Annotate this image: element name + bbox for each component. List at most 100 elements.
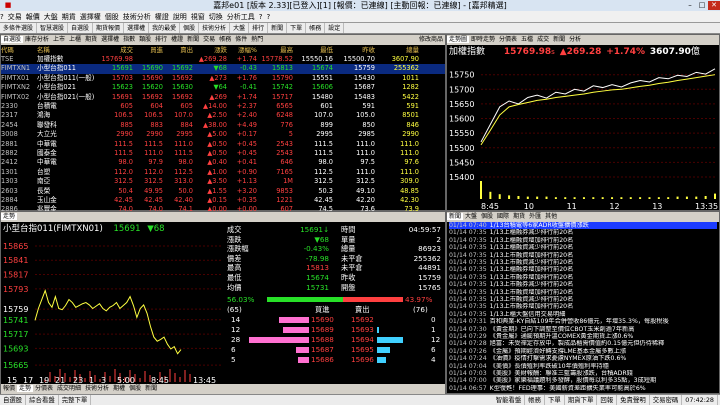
quote-tab[interactable]: 權證	[169, 36, 185, 43]
toolbar-button[interactable]: 大盤	[230, 23, 250, 33]
futures-bottom-tab[interactable]: 成交明細	[55, 385, 83, 392]
futures-bottom-tab[interactable]: 技術分析	[83, 385, 111, 392]
futures-bottom-tab[interactable]: 報價	[1, 385, 17, 392]
news-item[interactable]: 01/14 07:35 1/13上櫃融券減少排行前20名	[449, 229, 717, 236]
quote-tab[interactable]: 指數	[121, 36, 137, 43]
quote-row[interactable]: FIMTX02 小型台指021(一般) 15691 15692 15692 ▲269 +1.…	[1, 93, 445, 103]
news-tab[interactable]: 外匯	[527, 213, 543, 220]
status-button[interactable]: 期貨下單	[565, 395, 598, 405]
toolbar-button[interactable]: 設定	[325, 23, 345, 33]
menu-item[interactable]: 期貨	[62, 13, 76, 21]
quote-row[interactable]: FIMTX01 小型台指011(一般) 15703 15690 15692 ▲273 +1.…	[1, 74, 445, 84]
news-tab[interactable]: 期貨	[511, 213, 527, 220]
toolbar-button[interactable]: 選擇權	[124, 23, 150, 33]
quote-row[interactable]: 2882 國泰金 111.5 111.0 111.5 ▲0.50 +0.45 2543 111.…	[1, 149, 445, 159]
news-tab[interactable]: 其他	[543, 213, 559, 220]
menu-item[interactable]: ?	[259, 13, 263, 21]
news-item[interactable]: 01/14 07:00 《美股》家樂福議題利多發酵，股價每以利多35點，3成短期	[449, 377, 717, 384]
quote-row[interactable]: FIMTXN2 小型台指021 15623 15620 15630 ▼64 -0.41 157…	[1, 83, 445, 93]
futures-bottom-tab[interactable]: 個股	[127, 385, 143, 392]
column-header[interactable]: 賣出	[165, 45, 193, 55]
news-item[interactable]: 01/14 07:26 《金屬》預期經濟好轉支撐LME基本金屬多數上漲	[449, 348, 717, 355]
status-button[interactable]: 交易密碼	[650, 395, 683, 405]
menu-item[interactable]: 說明	[173, 13, 187, 21]
menu-item[interactable]: 選擇權	[80, 13, 101, 21]
menu-item[interactable]: ?	[266, 13, 270, 21]
index-tab[interactable]: 即時走勢	[469, 36, 497, 43]
toolbar-button[interactable]: 我的最愛	[149, 23, 181, 33]
toolbar-button[interactable]: 期貨報價	[93, 23, 125, 33]
futures-bottom-tab[interactable]: 分價表	[33, 385, 55, 392]
status-button[interactable]: 回報	[597, 395, 618, 405]
quote-row[interactable]: 1303 南亞 312.5 312.5 313.0 ▲3.50 +1.13 1M 312.5 31…	[1, 177, 445, 187]
toolbar-button[interactable]: 多條件選股	[0, 23, 38, 33]
column-header[interactable]: 漲幅%	[227, 45, 257, 55]
status-button[interactable]: 智能看盤	[493, 395, 526, 405]
news-item[interactable]: 01/14 07:30 《黃金期》已向下調整至價位CBOT玉米創逾7年新高	[449, 326, 717, 333]
quote-tab[interactable]: 上櫃	[67, 36, 83, 43]
news-item[interactable]: 01/14 07:28 旭富：未受禪定存放中，製成品櫃需價值約0.15億元但仍待稀…	[449, 340, 717, 347]
news-tab[interactable]: 大盤	[463, 213, 479, 220]
quote-row[interactable]: FIMTXN1 小型台指011 15691 15690 15692 ▼68 -0.43 158…	[1, 64, 445, 74]
quote-tab[interactable]: 帳務	[217, 36, 233, 43]
edit-symbols-button[interactable]: 修改商品	[399, 35, 445, 45]
column-header[interactable]: 總量	[377, 45, 419, 55]
index-tab[interactable]: 分價表	[497, 36, 519, 43]
column-header[interactable]: 最高	[259, 45, 293, 55]
quote-tab[interactable]: 熱門	[249, 36, 265, 43]
menu-item[interactable]: 分析工具	[227, 13, 255, 21]
column-header[interactable]: 最低	[295, 45, 333, 55]
quote-row[interactable]: 2317 鴻海 106.5 106.5 107.0 ▲2.50 +2.40 6248 107.0…	[1, 111, 445, 121]
quote-tab[interactable]: 新聞	[185, 36, 201, 43]
status-button[interactable]: 免責聲明	[617, 395, 650, 405]
index-tab[interactable]: 走勢圖	[447, 36, 470, 43]
column-header[interactable]: 成交	[97, 45, 133, 55]
news-item[interactable]: 01/14 07:35 1/13上市融資減少排行前20名	[449, 296, 717, 303]
quote-tab[interactable]: 排行	[153, 36, 169, 43]
quote-tab[interactable]: 類股	[137, 36, 153, 43]
news-item[interactable]: 01/14 07:24 《油價》疫情打擊需求憂慮NYMEX原油下跌0.6%	[449, 355, 717, 362]
status-tab[interactable]: 自選股	[0, 395, 27, 405]
menu-item[interactable]: 個股	[105, 13, 119, 21]
news-item[interactable]: 01/14 07:35 1/13上櫃融券增加排行前20名	[449, 266, 717, 273]
toolbar-button[interactable]: 個股	[180, 23, 200, 33]
quote-tab[interactable]: 條件	[233, 36, 249, 43]
quote-tab[interactable]: 期貨	[83, 36, 99, 43]
quote-row[interactable]: 2881 中華電 111.5 111.5 111.0 ▲0.50 +0.45 2543 111.…	[1, 140, 445, 150]
quote-row[interactable]: 1301 台塑 112.0 112.0 112.5 ▲1.00 +0.90 7165 112.5…	[1, 168, 445, 178]
futures-bottom-tab[interactable]: 新聞	[143, 385, 159, 392]
menu-item[interactable]: 切換	[209, 13, 223, 21]
index-tab[interactable]: 分析	[567, 36, 583, 43]
quote-tab[interactable]: 上市	[51, 36, 67, 43]
column-header[interactable]: 買進	[135, 45, 163, 55]
toolbar-button[interactable]: 技術分析	[199, 23, 231, 33]
tab-trend[interactable]: 走勢	[1, 213, 18, 220]
news-item[interactable]: 01/14 07:35 1/13上櫃融資減少排行前20名	[449, 244, 717, 251]
quote-row[interactable]: 2330 台積電 605 604 605 ▲14.00 +2.37 6565 601 591 591	[1, 102, 445, 112]
quote-tab[interactable]: 選擇權	[99, 36, 121, 43]
toolbar-button[interactable]: 智慧選股	[37, 23, 69, 33]
news-item[interactable]: 01/14 07:03 《美股》美財報酬：聯准三藍籌股漲跌，台積ADR錢	[449, 370, 717, 377]
news-item[interactable]: 01/14 07:35 1/13上櫃融資增加排行前20名	[449, 237, 717, 244]
status-button[interactable]: 下單	[545, 395, 565, 405]
column-header[interactable]: 漲跌	[195, 45, 227, 55]
status-button[interactable]: 帳務	[525, 395, 546, 405]
column-header[interactable]: 名稱	[37, 45, 95, 55]
menu-item[interactable]: 交易	[8, 13, 22, 21]
index-tab[interactable]: 成交	[535, 36, 551, 43]
futures-bottom-tab[interactable]: 期權	[111, 385, 127, 392]
news-item[interactable]: 01/14 07:35 1/13上市融券減少排行前20名	[449, 281, 717, 288]
menu-item[interactable]: ?	[0, 13, 4, 21]
index-tab[interactable]: 五檔	[519, 36, 535, 43]
menu-item[interactable]: 報價	[26, 13, 40, 21]
news-item[interactable]: 01/14 07:35 1/13上市融資增加排行前20名	[449, 289, 717, 296]
maximize-button[interactable]: □	[696, 1, 708, 10]
close-button[interactable]: ✕	[708, 1, 720, 10]
quote-tab[interactable]: 庫存分析	[23, 36, 51, 43]
toolbar-button[interactable]: 自選股	[68, 23, 94, 33]
minimize-button[interactable]: –	[684, 1, 696, 10]
menu-item[interactable]: 大盤	[44, 13, 58, 21]
quote-row[interactable]: 2884 玉山金 42.45 42.45 42.40 ▲0.15 +0.35 1221 42.4…	[1, 196, 445, 206]
menu-item[interactable]: 權證	[155, 13, 169, 21]
news-item[interactable]: 01/14 07:29 《貴金屬》通膨預期升溫COMEX黃金期貨上漲0.6%	[449, 333, 717, 340]
